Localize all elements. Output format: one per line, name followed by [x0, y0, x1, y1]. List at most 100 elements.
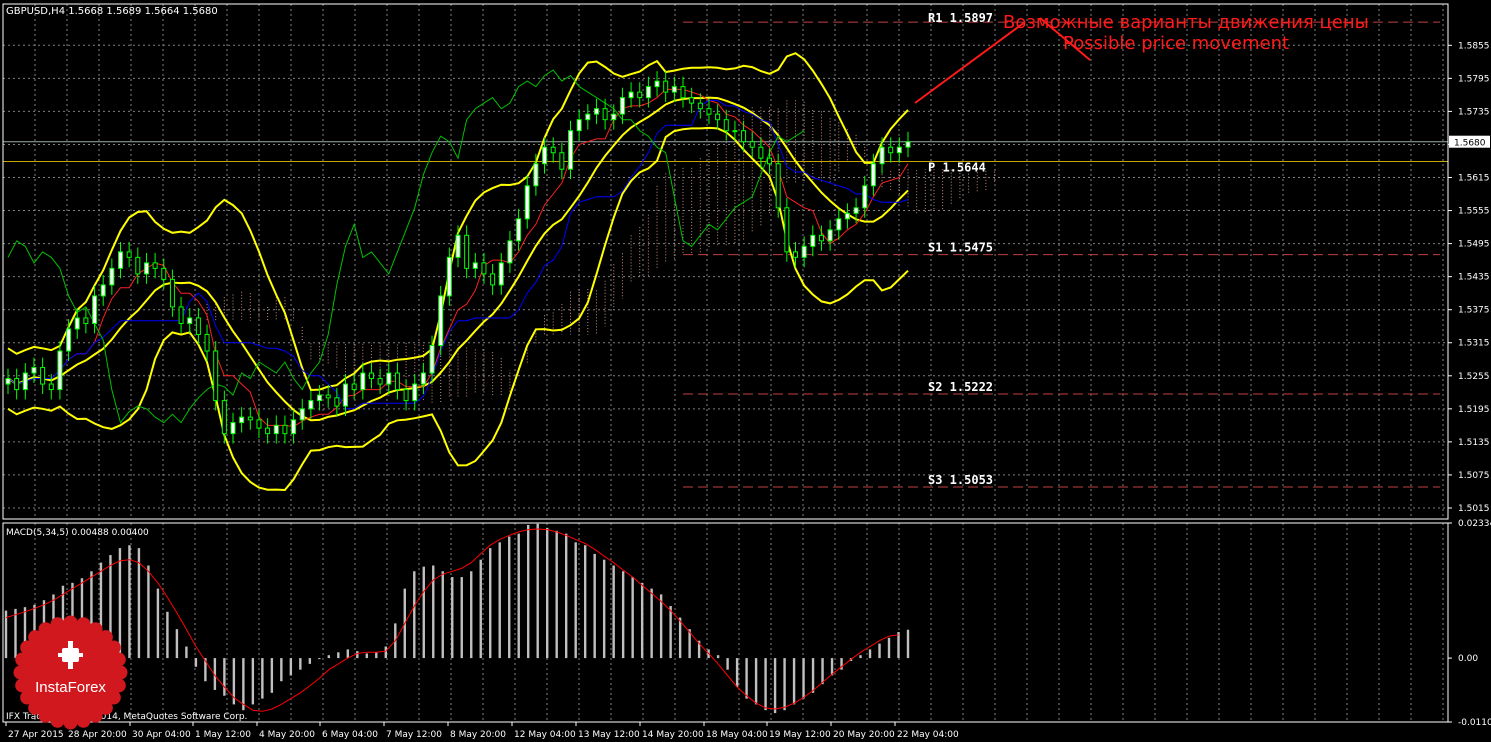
- macd-y-tick-label: 0.02334: [1458, 519, 1491, 529]
- macd-bar: [384, 646, 387, 659]
- macd-bar: [650, 588, 653, 659]
- y-tick-label: 1.5135: [1458, 438, 1490, 448]
- macd-bar: [346, 649, 350, 659]
- candle-body: [195, 317, 201, 335]
- macd-bar: [270, 658, 274, 693]
- candle-body: [351, 383, 357, 391]
- level-S1-label: S1 1.5475: [928, 241, 993, 255]
- logo-scallop: [38, 622, 53, 637]
- candle-body: [663, 80, 669, 93]
- x-tick-label: 14 May 20:00: [642, 730, 704, 740]
- candle-body: [161, 267, 167, 280]
- candle-body: [5, 378, 11, 385]
- logo-scallop: [76, 713, 91, 728]
- candle-body: [697, 102, 703, 110]
- macd-bar: [906, 629, 910, 659]
- x-tick-label: 18 May 04:00: [706, 730, 768, 740]
- x-tick-label: 30 Apr 04:00: [132, 730, 191, 740]
- y-tick-label: 1.5495: [1458, 240, 1490, 250]
- candle-body: [706, 108, 712, 115]
- macd-bar: [223, 658, 226, 696]
- candle-body: [256, 419, 262, 429]
- y-tick-label: 1.5855: [1458, 41, 1490, 51]
- candle-body: [680, 86, 686, 99]
- candle-body: [438, 295, 444, 346]
- candle-body: [48, 383, 54, 391]
- candle-body: [645, 86, 651, 99]
- candle-body: [403, 389, 409, 402]
- macd-bar: [726, 658, 729, 670]
- candle-body: [14, 378, 20, 391]
- macd-bar: [669, 606, 672, 659]
- macd-bar: [137, 548, 141, 659]
- candle-body: [282, 424, 288, 435]
- candle-body: [135, 256, 141, 275]
- logo-scallop: [15, 652, 30, 667]
- candle-body: [169, 278, 175, 308]
- instaforex-logo: InstaForex: [13, 615, 128, 730]
- macd-bar: [413, 571, 416, 659]
- y-tick-label: 1.5315: [1458, 339, 1490, 349]
- candle-body: [368, 372, 374, 380]
- candle-body: [741, 130, 747, 143]
- candle-body: [568, 130, 573, 170]
- macd-bar: [422, 566, 425, 659]
- y-tick-label: 1.5015: [1458, 504, 1490, 514]
- macd-bar: [308, 658, 312, 664]
- level-R1-label: R1 1.5897: [928, 11, 993, 25]
- candle-body: [360, 372, 366, 391]
- candles: [5, 71, 911, 444]
- candle-body: [334, 397, 340, 407]
- candle-body: [299, 408, 305, 421]
- x-tick-label: 28 Apr 20:00: [68, 730, 127, 740]
- candle-body: [178, 306, 184, 324]
- logo-scallop: [50, 713, 65, 728]
- candle-body: [689, 97, 695, 104]
- chikou-line: [7, 69, 805, 424]
- macd-bar: [792, 658, 796, 705]
- annotation-en: Possible price movement: [1063, 33, 1289, 54]
- x-tick-label: 4 May 20:00: [259, 730, 315, 740]
- macd-bar: [659, 594, 663, 659]
- level-P-label: P 1.5644: [928, 161, 986, 175]
- macd-bar: [583, 545, 587, 659]
- candle-body: [429, 344, 435, 374]
- macd-bar: [365, 653, 368, 659]
- macd-bar: [498, 542, 501, 659]
- candle-body: [775, 163, 781, 209]
- candle-body: [247, 416, 253, 421]
- macd-bar: [602, 559, 606, 659]
- macd-bar: [868, 649, 872, 659]
- logo-scallop: [15, 678, 30, 693]
- macd-bar: [375, 652, 378, 659]
- candle-body: [343, 383, 348, 407]
- chart-canvas[interactable]: R1 1.5897 P 1.5644 S1 1.5475 S2 1.5222 S3 1.…: [0, 0, 1491, 742]
- macd-bar: [754, 658, 758, 705]
- y-tick-label: 1.5735: [1458, 107, 1490, 117]
- y-tick-label: 1.5615: [1458, 174, 1490, 184]
- macd-bar: [451, 577, 454, 659]
- macd-bar: [318, 658, 321, 660]
- candle-body: [109, 267, 115, 286]
- candle-body: [732, 130, 738, 133]
- macd-bar: [147, 565, 150, 659]
- macd-bar: [280, 658, 283, 682]
- x-tick-label: 8 May 20:00: [450, 730, 506, 740]
- y-tick-label: 1.5435: [1458, 273, 1490, 283]
- candle-body: [317, 394, 323, 402]
- candle-body: [784, 207, 790, 253]
- candle-body: [533, 163, 539, 187]
- chart-text: GBPUSD,H4 1.5668 1.5689 1.5664 1.5680 MA…: [6, 6, 1369, 722]
- x-tick-label: 13 May 12:00: [578, 730, 640, 740]
- candle-body: [550, 146, 556, 154]
- candle-body: [516, 218, 522, 242]
- x-tick-label: 22 May 04:00: [897, 730, 959, 740]
- candle-body: [498, 262, 504, 286]
- candle-body: [593, 108, 599, 115]
- logo-scallop: [106, 640, 121, 655]
- bollinger-upper-line: [7, 52, 909, 392]
- candle-body: [472, 262, 478, 269]
- candle-body: [291, 419, 297, 435]
- candle-body: [126, 251, 132, 258]
- macd-bar: [479, 559, 482, 659]
